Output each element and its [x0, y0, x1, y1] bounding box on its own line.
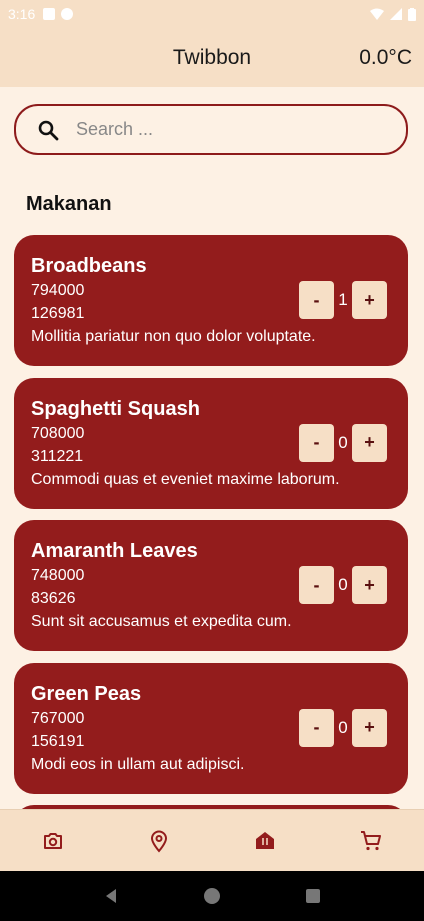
- nav-location[interactable]: [129, 821, 189, 861]
- item-description: Modi eos in ullam aut adipisci.: [31, 755, 245, 773]
- status-bar: 3:16: [0, 0, 424, 28]
- list-item[interactable]: Broadbeans 794000 126981 Mollitia pariat…: [14, 235, 408, 366]
- system-navigation-bar: [0, 871, 424, 921]
- item-name: Green Peas: [31, 682, 142, 705]
- camera-icon: [44, 832, 62, 849]
- decrement-button[interactable]: -: [299, 281, 334, 319]
- quantity-value: 0: [338, 432, 348, 452]
- quantity-stepper: - 0 +: [299, 566, 387, 604]
- item-name: Amaranth Leaves: [31, 540, 198, 562]
- location-pin-icon: [150, 830, 168, 853]
- quantity-stepper: - 0 +: [299, 423, 387, 462]
- list-item[interactable]: Amaranth Leaves 748000 83626 Sunt sit ac…: [14, 520, 408, 651]
- item-description: Mollitia pariatur non quo dolor voluptat…: [31, 328, 316, 345]
- quantity-value: 1: [338, 290, 348, 309]
- home-icon[interactable]: [203, 887, 221, 905]
- nav-cart[interactable]: [341, 821, 401, 861]
- item-name: Broadbeans: [31, 255, 147, 277]
- quantity-value: 0: [338, 717, 348, 737]
- sd-card-icon: [43, 8, 56, 20]
- wifi-icon: [370, 8, 384, 20]
- signal-icon: [390, 8, 402, 20]
- item-description: Sunt sit accusamus et expedita cum.: [31, 613, 292, 630]
- nav-camera[interactable]: [23, 821, 83, 861]
- quantity-value: 0: [338, 575, 348, 594]
- battery-icon: [408, 7, 416, 21]
- search-bar[interactable]: [14, 104, 408, 155]
- decrement-button[interactable]: -: [299, 708, 334, 747]
- back-icon[interactable]: [102, 887, 120, 905]
- item-description: Commodi quas et eveniet maxime laborum.: [31, 470, 340, 488]
- bottom-navigation: [0, 809, 424, 871]
- restaurant-icon: [256, 831, 274, 849]
- item-list: Broadbeans 794000 126981 Mollitia pariat…: [14, 235, 408, 835]
- temperature-readout: 0.0°C: [359, 45, 412, 69]
- status-time: 3:16: [8, 6, 36, 22]
- increment-button[interactable]: +: [352, 708, 387, 747]
- decrement-button[interactable]: -: [299, 423, 334, 462]
- app-bar: Twibbon 0.0°C: [0, 28, 424, 87]
- list-item[interactable]: Spaghetti Squash 708000 311221 Commodi q…: [14, 377, 408, 509]
- decrement-button[interactable]: -: [299, 566, 334, 604]
- increment-button[interactable]: +: [352, 423, 387, 462]
- nav-restaurant[interactable]: [235, 821, 295, 861]
- search-input[interactable]: [76, 119, 376, 140]
- list-item[interactable]: Green Peas 767000 156191 Modi eos in ull…: [14, 662, 408, 794]
- quantity-stepper: - 1 +: [299, 281, 387, 319]
- search-icon: [38, 120, 59, 140]
- quantity-stepper: - 0 +: [299, 708, 387, 747]
- increment-button[interactable]: +: [352, 566, 387, 604]
- cart-icon: [361, 830, 381, 850]
- sync-icon: [61, 8, 74, 20]
- increment-button[interactable]: +: [352, 281, 387, 319]
- recents-icon[interactable]: [304, 887, 322, 905]
- section-title: Makanan: [26, 193, 112, 215]
- item-name: Spaghetti Squash: [31, 397, 200, 420]
